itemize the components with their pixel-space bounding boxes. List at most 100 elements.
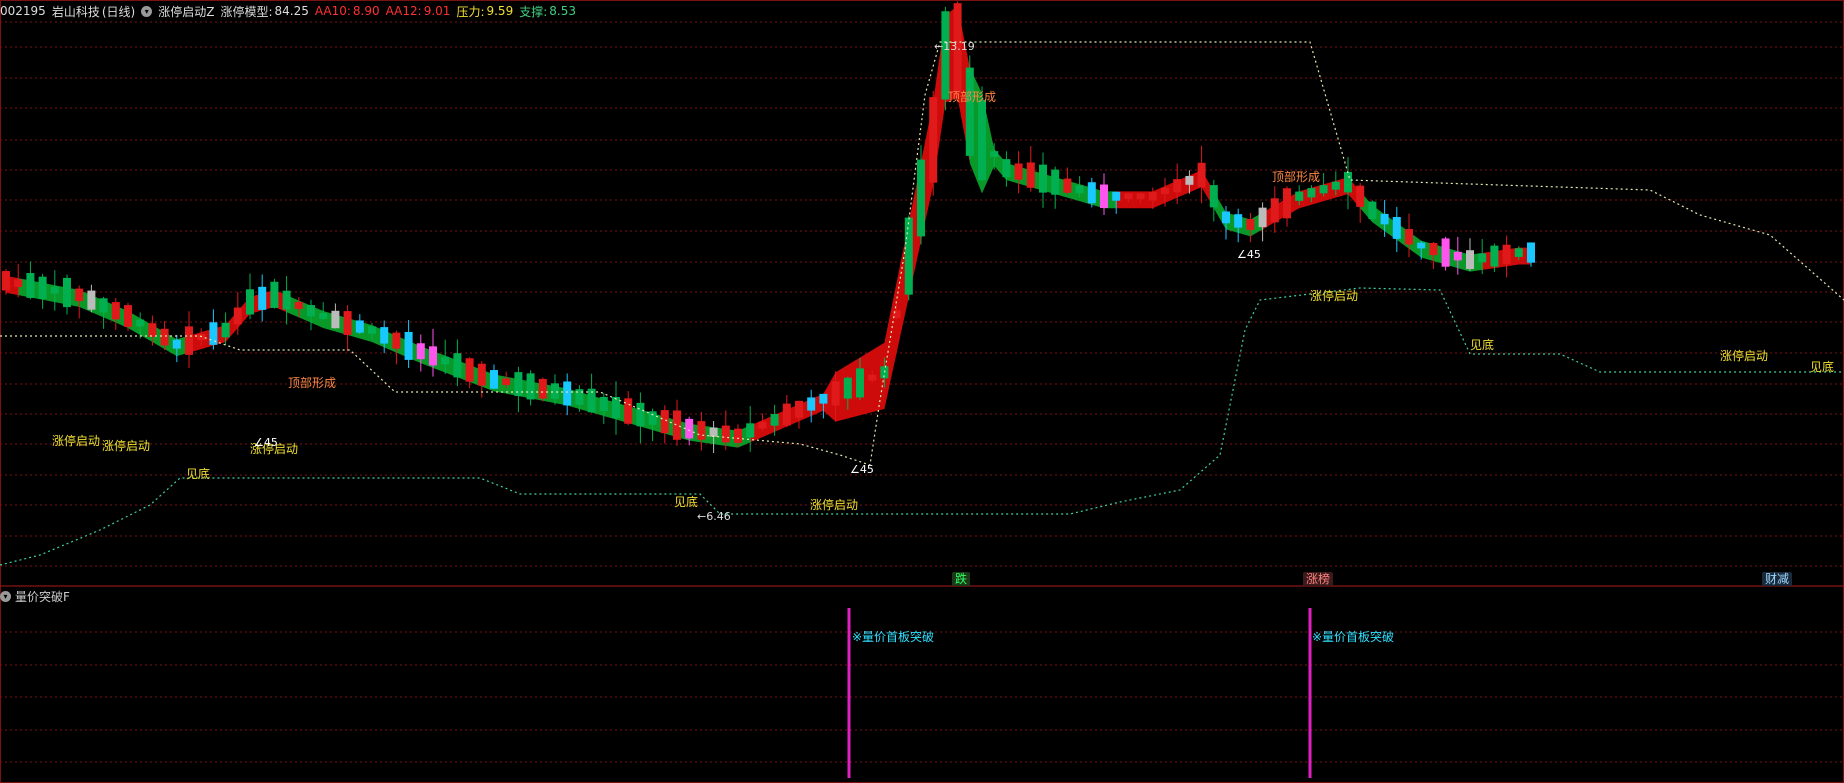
candle-body bbox=[111, 302, 120, 320]
annotation-angle-2: ∠45 bbox=[850, 463, 874, 476]
candlestick-chart[interactable] bbox=[0, 0, 1844, 783]
candle-body bbox=[770, 414, 779, 426]
candle-body bbox=[1368, 201, 1377, 220]
annotation-angle-1: ∠45 bbox=[254, 436, 278, 449]
candle-body bbox=[1283, 188, 1291, 219]
candle-body bbox=[648, 411, 657, 425]
candle-body bbox=[1429, 242, 1438, 256]
candle-body bbox=[1478, 253, 1487, 263]
candle-body bbox=[99, 298, 108, 313]
pressure-label: 压力: bbox=[456, 4, 485, 19]
support-label: 支撑: bbox=[519, 4, 548, 19]
period-label: (日线) bbox=[101, 4, 136, 19]
candle-body bbox=[429, 346, 437, 366]
candle-body bbox=[355, 320, 364, 333]
aa12-value: 9.01 bbox=[423, 4, 451, 18]
candle-body bbox=[1026, 162, 1035, 188]
chevron-down-icon[interactable]: ▾ bbox=[0, 590, 11, 602]
candle-body bbox=[124, 305, 132, 327]
sub-panel-title[interactable]: 量价突破F bbox=[15, 588, 70, 605]
candle-body bbox=[1185, 175, 1194, 185]
event-tag-finance[interactable]: 财减 bbox=[1762, 572, 1793, 586]
event-tag-drop[interactable]: 跌 bbox=[952, 572, 971, 586]
candle-body bbox=[1246, 219, 1255, 230]
candle-body bbox=[1112, 191, 1121, 201]
annotation-bottom-4: 见底 bbox=[1810, 360, 1835, 374]
candle-body bbox=[526, 373, 535, 400]
candle-body bbox=[1307, 188, 1316, 198]
candle-body bbox=[697, 421, 706, 440]
candle-body bbox=[917, 159, 925, 237]
support-value: 8.53 bbox=[549, 4, 576, 18]
candle-body bbox=[1209, 185, 1218, 208]
candle-body bbox=[1136, 193, 1145, 200]
annotation-top-2: 顶部形成 bbox=[948, 90, 997, 104]
candle-body bbox=[1295, 191, 1304, 201]
pressure-line bbox=[0, 41, 1844, 466]
candle-body bbox=[490, 370, 498, 389]
annotation-start-2: 涨停启动 bbox=[102, 439, 151, 453]
candle-body bbox=[624, 398, 633, 424]
chart-header: 002195 岩山科技 (日线) ▾ 涨停启动Z 涨停模型: 84.25 AA1… bbox=[0, 2, 576, 20]
aa10-label: AA10: bbox=[314, 4, 351, 18]
signal-label-2: ※量价首板突破 bbox=[1312, 630, 1395, 644]
indicator-name[interactable]: 涨停启动Z bbox=[158, 3, 214, 20]
annotation-angle-3: ∠45 bbox=[1237, 248, 1261, 261]
candle-body bbox=[819, 393, 828, 404]
candle-body bbox=[721, 425, 730, 443]
annotation-start-4: 涨停启动 bbox=[810, 498, 859, 512]
candle-body bbox=[929, 97, 938, 183]
candle-body bbox=[38, 276, 47, 299]
candle-body bbox=[1197, 162, 1206, 188]
annotation-bottom-3: 见底 bbox=[1470, 338, 1495, 352]
candle-body bbox=[465, 358, 474, 382]
candle-body bbox=[807, 397, 816, 411]
candle-body bbox=[978, 99, 986, 180]
high-price-label: ←13.19 bbox=[934, 40, 975, 53]
candle-body bbox=[319, 313, 328, 319]
candle-body bbox=[233, 307, 242, 325]
candle-body bbox=[1405, 229, 1413, 245]
candle-body bbox=[368, 326, 376, 334]
chevron-down-icon[interactable]: ▾ bbox=[141, 5, 153, 17]
candle-body bbox=[709, 427, 718, 437]
model-label: 涨停模型: bbox=[220, 4, 273, 19]
candle-body bbox=[75, 288, 84, 302]
pressure-value: 9.59 bbox=[486, 4, 514, 18]
candle-body bbox=[1014, 163, 1023, 180]
candle-body bbox=[868, 374, 877, 381]
candle-body bbox=[1051, 169, 1060, 195]
candle-body bbox=[282, 290, 291, 310]
candle-body bbox=[1087, 182, 1096, 204]
candle-body bbox=[160, 328, 169, 346]
candle-body bbox=[1392, 217, 1401, 239]
model-value: 84.25 bbox=[274, 4, 309, 18]
candle-body bbox=[965, 67, 974, 156]
candle-body bbox=[502, 378, 511, 385]
candle-body bbox=[563, 381, 572, 406]
candle-body bbox=[87, 290, 96, 310]
candle-body bbox=[441, 356, 450, 365]
candle-body bbox=[734, 428, 742, 443]
event-tag-limit-list[interactable]: 涨榜 bbox=[1303, 572, 1334, 586]
candle-body bbox=[1222, 211, 1230, 224]
candle-body bbox=[1344, 171, 1352, 193]
candle-body bbox=[758, 421, 767, 429]
candle-body bbox=[538, 378, 547, 399]
candle-body bbox=[1161, 187, 1169, 195]
candle-body bbox=[551, 383, 559, 399]
candle-body bbox=[1527, 242, 1535, 263]
candle-body bbox=[1466, 250, 1474, 270]
candle-body bbox=[416, 343, 425, 360]
annotation-top-1: 顶部形成 bbox=[288, 376, 337, 390]
candle-body bbox=[453, 353, 462, 378]
candle-body bbox=[856, 368, 864, 398]
candle-body bbox=[197, 333, 206, 341]
candle-body bbox=[1002, 159, 1011, 178]
candle-body bbox=[1441, 238, 1450, 267]
candle-body bbox=[636, 402, 645, 427]
stock-code: 002195 bbox=[0, 4, 46, 18]
candle-body bbox=[2, 271, 10, 291]
candle-body bbox=[831, 381, 840, 406]
aa10-value: 8.90 bbox=[352, 4, 380, 18]
